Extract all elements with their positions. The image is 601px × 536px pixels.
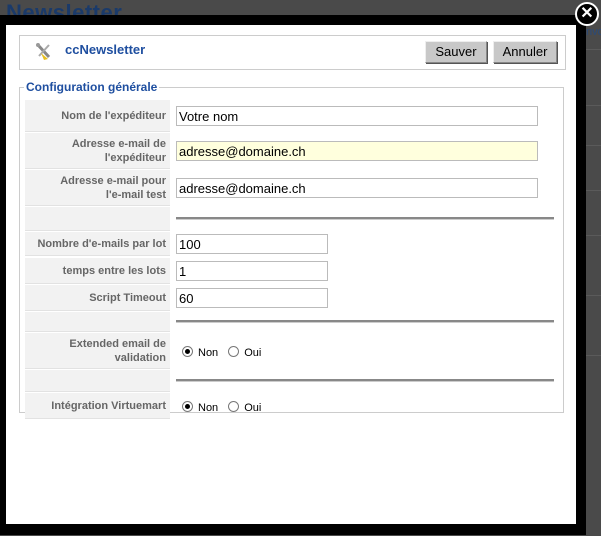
row-virtuemart: Intégration Virtuemart Non Oui	[25, 393, 557, 419]
radio-label-oui: Oui	[244, 401, 262, 414]
toolbar: ccNewsletter Sauver Annuler	[19, 35, 566, 70]
row-separator-3	[25, 370, 557, 392]
label-empty	[25, 312, 170, 332]
row-sender-name: Nom de l'expéditeur	[25, 100, 557, 132]
app-title: ccNewsletter	[65, 42, 146, 57]
batch-interval-input[interactable]	[176, 261, 328, 281]
modal-content: ccNewsletter Sauver Annuler Configuratio…	[6, 25, 576, 524]
row-extended-validation: Extended email de validation Non Oui	[25, 333, 557, 369]
separator	[176, 379, 554, 382]
radio-label-non: Non	[198, 401, 219, 414]
extended-validation-oui-radio[interactable]	[228, 345, 240, 357]
cancel-button[interactable]: Annuler	[493, 41, 557, 63]
label-test-email: Adresse e-mail pour l'e-mail test	[25, 170, 170, 206]
fieldset-legend: Configuration générale	[26, 80, 158, 94]
label-emails-per-batch: Nombre d'e-mails par lot	[25, 232, 170, 256]
row-separator-2	[25, 312, 557, 332]
row-batch-interval: temps entre les lots	[25, 258, 557, 284]
label-sender-name: Nom de l'expéditeur	[25, 100, 170, 132]
virtuemart-oui-radio[interactable]	[228, 400, 240, 412]
row-emails-per-batch: Nombre d'e-mails par lot	[25, 232, 557, 256]
sender-name-input[interactable]	[176, 106, 538, 126]
row-separator-1	[25, 207, 557, 231]
label-empty	[25, 370, 170, 392]
script-timeout-input[interactable]	[176, 288, 328, 308]
row-test-email: Adresse e-mail pour l'e-mail test	[25, 170, 557, 206]
label-sender-email: Adresse e-mail de l'expéditeur	[25, 133, 170, 169]
virtuemart-radio-group: Non Oui	[182, 399, 271, 414]
row-sender-email: Adresse e-mail de l'expéditeur	[25, 133, 557, 169]
save-button[interactable]: Sauver	[425, 41, 487, 63]
close-icon[interactable]: ✕	[575, 2, 599, 26]
separator	[176, 217, 554, 220]
test-email-input[interactable]	[176, 178, 538, 198]
extended-validation-non-radio[interactable]	[182, 345, 193, 357]
emails-per-batch-input[interactable]	[176, 234, 328, 254]
radio-label-oui: Oui	[244, 346, 262, 359]
label-empty	[25, 207, 170, 231]
extended-validation-radio-group: Non Oui	[182, 344, 271, 359]
sender-email-input[interactable]	[176, 141, 538, 161]
radio-label-non: Non	[198, 346, 219, 359]
label-batch-interval: temps entre les lots	[25, 258, 170, 284]
virtuemart-non-radio[interactable]	[182, 400, 193, 412]
row-script-timeout: Script Timeout	[25, 285, 557, 311]
background-link-text: nvo	[586, 26, 601, 38]
label-script-timeout: Script Timeout	[25, 285, 170, 311]
modal-window: ccNewsletter Sauver Annuler Configuratio…	[0, 15, 586, 535]
separator	[176, 320, 554, 323]
label-virtuemart: Intégration Virtuemart	[25, 393, 170, 419]
label-extended-validation: Extended email de validation	[25, 333, 170, 369]
tools-icon	[34, 42, 54, 62]
